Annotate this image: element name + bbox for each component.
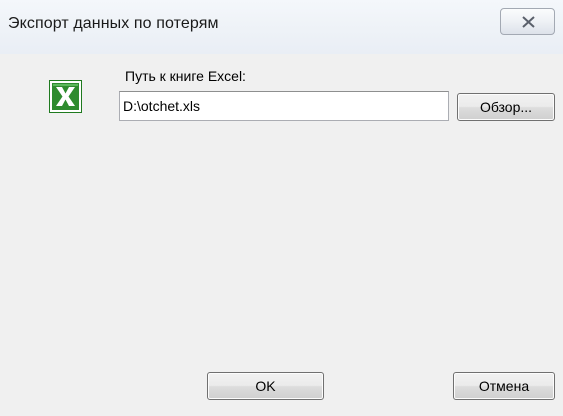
browse-button[interactable]: Обзор... [457, 93, 555, 121]
cancel-button[interactable]: Отмена [453, 372, 555, 400]
ok-button[interactable]: OK [207, 372, 324, 400]
close-button[interactable] [500, 8, 555, 35]
close-icon [522, 16, 535, 28]
path-label: Путь к книге Excel: [125, 68, 246, 84]
excel-icon [49, 80, 82, 113]
window-title: Экспорт данных по потерям [8, 15, 219, 32]
title-bar[interactable]: Экспорт данных по потерям [0, 0, 563, 54]
export-dialog: Экспорт данных по потерям Путь к книге E… [0, 0, 563, 416]
path-input[interactable] [119, 91, 449, 121]
dialog-body: Путь к книге Excel: Обзор... OK Отмена [0, 54, 563, 416]
